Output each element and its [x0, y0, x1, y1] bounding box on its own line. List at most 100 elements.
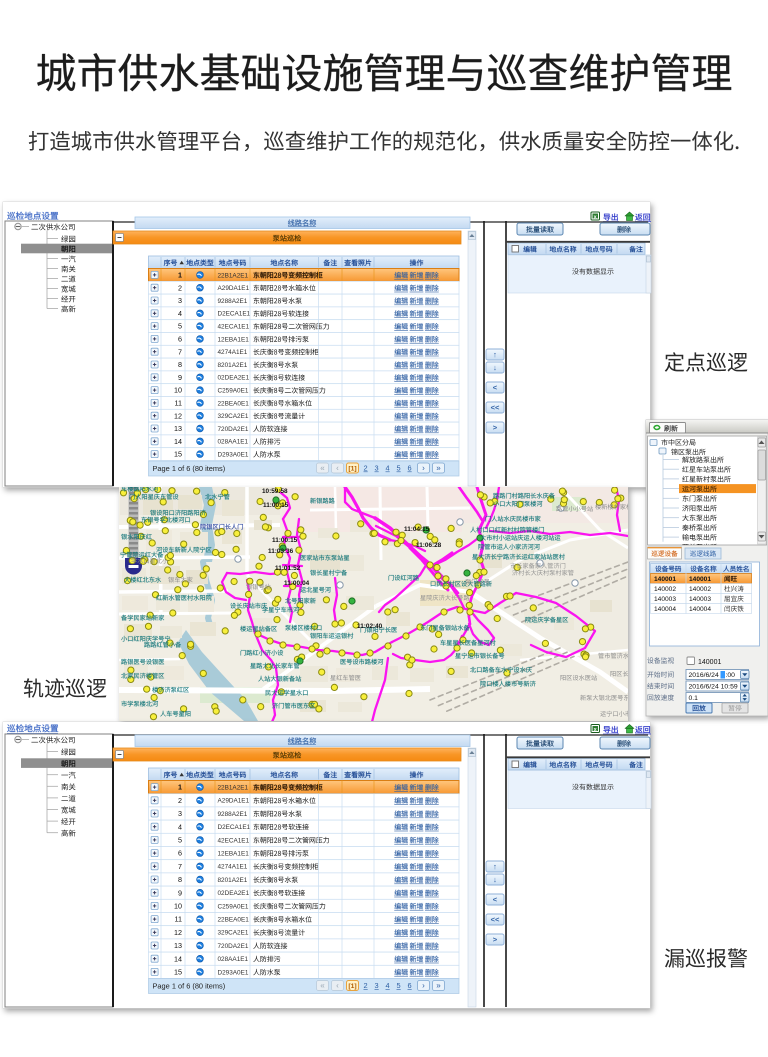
svg-text:C259A0E1: C259A0E1 [218, 388, 249, 395]
svg-text:[1]: [1] [348, 983, 356, 990]
svg-text:C259A0E1: C259A0E1 [218, 903, 249, 910]
svg-text:11: 11 [175, 915, 182, 924]
svg-text:D293A0E1: D293A0E1 [218, 452, 249, 459]
svg-text:140003: 140003 [654, 596, 676, 603]
svg-text:[1]: [1] [348, 465, 356, 472]
svg-text:140002: 140002 [689, 586, 711, 593]
svg-text:<<: << [491, 403, 500, 412]
svg-text:14: 14 [174, 954, 182, 963]
svg-text:10: 10 [174, 902, 182, 911]
svg-text:11:04:15: 11:04:15 [404, 526, 430, 533]
svg-text:13: 13 [174, 424, 182, 433]
svg-text:42ECA1E1: 42ECA1E1 [218, 324, 250, 331]
svg-text:5: 5 [178, 836, 182, 845]
svg-text:12EBA1E1: 12EBA1E1 [218, 851, 250, 858]
svg-text:9288A2E1: 9288A2E1 [218, 298, 248, 305]
svg-text:028AA1E1: 028AA1E1 [218, 956, 249, 963]
svg-text:<: < [493, 895, 498, 904]
svg-text:140003: 140003 [689, 596, 711, 603]
svg-text:11:00:15: 11:00:15 [272, 537, 298, 544]
svg-text:7: 7 [178, 862, 182, 871]
svg-text:4: 4 [385, 981, 389, 990]
svg-text:6: 6 [178, 335, 182, 344]
svg-text:02DEA2E1: 02DEA2E1 [218, 890, 250, 897]
svg-text:3: 3 [178, 296, 182, 305]
svg-text:>: > [493, 423, 498, 432]
svg-text:02DEA2E1: 02DEA2E1 [218, 375, 250, 382]
svg-text:Page 1 of 6 (80 items): Page 1 of 6 (80 items) [153, 464, 226, 473]
svg-text:11:03:36: 11:03:36 [268, 548, 294, 555]
svg-text:329CA2E1: 329CA2E1 [218, 413, 249, 420]
svg-text:9: 9 [178, 373, 182, 382]
svg-text:↓: ↓ [493, 363, 497, 372]
svg-text:6: 6 [407, 981, 411, 990]
svg-text:↑: ↑ [493, 862, 497, 871]
svg-text:8201A2E1: 8201A2E1 [218, 362, 248, 369]
svg-text:2016/6/24 10:59: 2016/6/24 10:59 [689, 684, 738, 691]
svg-text:11:01:52: 11:01:52 [275, 565, 301, 572]
svg-text:140001: 140001 [654, 576, 676, 583]
svg-text:140004: 140004 [654, 606, 676, 613]
svg-text:4274A1E1: 4274A1E1 [218, 349, 248, 356]
svg-text:028AA1E1: 028AA1E1 [218, 439, 249, 446]
svg-text:22B1A2E1: 22B1A2E1 [218, 272, 249, 279]
svg-text:140001: 140001 [698, 659, 721, 666]
svg-text:11: 11 [175, 399, 182, 408]
svg-text:12EBA1E1: 12EBA1E1 [218, 336, 250, 343]
svg-text:3: 3 [374, 464, 378, 473]
svg-text:8: 8 [178, 360, 182, 369]
svg-text:5: 5 [178, 322, 182, 331]
svg-text:9288A2E1: 9288A2E1 [218, 811, 248, 818]
svg-text:4274A1E1: 4274A1E1 [218, 864, 248, 871]
svg-text:329CA2E1: 329CA2E1 [218, 930, 249, 937]
svg-text:14: 14 [174, 437, 182, 446]
svg-text:4: 4 [385, 464, 389, 473]
svg-text:↓: ↓ [493, 875, 497, 884]
svg-text:«: « [320, 981, 325, 990]
svg-text:A29DA1E1: A29DA1E1 [218, 798, 250, 805]
svg-text:3: 3 [374, 981, 378, 990]
svg-text:11:06:28: 11:06:28 [416, 542, 442, 549]
svg-text:140004: 140004 [689, 606, 711, 613]
svg-text:5: 5 [396, 464, 400, 473]
svg-text:9: 9 [178, 888, 182, 897]
svg-text:720DA2E1: 720DA2E1 [218, 426, 249, 433]
svg-text:‹: ‹ [336, 464, 339, 473]
svg-text:<: < [493, 383, 498, 392]
svg-text:»: » [436, 981, 441, 990]
svg-text:6: 6 [178, 849, 182, 858]
svg-text:↑: ↑ [493, 350, 497, 359]
svg-text:4: 4 [178, 822, 182, 831]
svg-text:11:00:04: 11:00:04 [284, 580, 310, 587]
svg-text:8: 8 [178, 875, 182, 884]
svg-text:15: 15 [174, 968, 182, 977]
svg-text:11:00:15: 11:00:15 [263, 502, 289, 509]
svg-text:>: > [493, 935, 498, 944]
svg-text:2: 2 [178, 796, 182, 805]
svg-text:1: 1 [178, 271, 182, 280]
svg-text:2: 2 [363, 981, 367, 990]
svg-text:13: 13 [174, 941, 182, 950]
svg-text:A29DA1E1: A29DA1E1 [218, 285, 250, 292]
svg-text:2: 2 [178, 283, 182, 292]
svg-text:‹: ‹ [336, 981, 339, 990]
svg-text:22BEA0E1: 22BEA0E1 [218, 400, 250, 407]
svg-text:22BEA0E1: 22BEA0E1 [218, 917, 250, 924]
svg-text:D293A0E1: D293A0E1 [218, 969, 249, 976]
svg-text:140002: 140002 [654, 586, 676, 593]
svg-text:140001: 140001 [689, 576, 711, 583]
svg-text:720DA2E1: 720DA2E1 [218, 943, 249, 950]
svg-text:8201A2E1: 8201A2E1 [218, 877, 248, 884]
svg-text:3: 3 [178, 809, 182, 818]
svg-text:5: 5 [396, 981, 400, 990]
svg-text:12: 12 [174, 411, 182, 420]
svg-text:0.1: 0.1 [689, 695, 699, 702]
svg-text:2: 2 [363, 464, 367, 473]
svg-text:2016/6/24: 2016/6/24 [689, 672, 719, 679]
svg-text:«: « [320, 464, 325, 473]
svg-text:<<: << [491, 915, 500, 924]
svg-text:11:02:40: 11:02:40 [357, 623, 383, 630]
svg-text:D2ECA1E1: D2ECA1E1 [218, 311, 251, 318]
svg-text:6: 6 [407, 464, 411, 473]
svg-text:10:59:58: 10:59:58 [262, 488, 288, 495]
